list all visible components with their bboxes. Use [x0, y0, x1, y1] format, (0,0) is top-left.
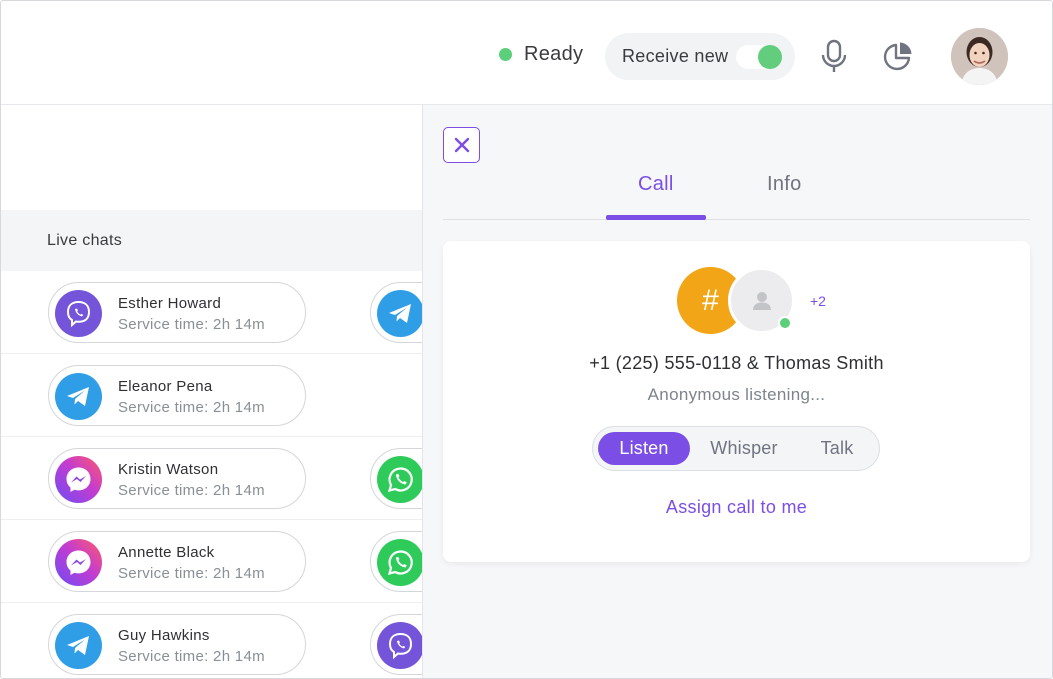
extra-participants-badge[interactable]: +2	[810, 293, 826, 309]
person-icon	[752, 291, 771, 310]
status-dot	[499, 48, 512, 61]
close-button[interactable]	[443, 127, 480, 163]
chat-item-guy-hawkins[interactable]: Guy Hawkins Service time: 2h 14m	[48, 614, 306, 675]
listen-button[interactable]: Listen	[598, 432, 690, 465]
live-chats-title: Live chats	[47, 232, 123, 249]
chat-item-annette-black[interactable]: Annette Black Service time: 2h 14m	[48, 531, 306, 592]
chat-row: Esther Howard Service time: 2h 14m	[1, 271, 422, 354]
telegram-icon	[55, 373, 102, 420]
chat-row: Kristin Watson Service time: 2h 14m	[1, 437, 422, 520]
agent-status[interactable]: Ready	[499, 43, 583, 66]
top-bar: Ready Receive new	[1, 1, 1052, 105]
contact-name: Esther Howard	[118, 295, 222, 312]
whisper-button[interactable]: Whisper	[698, 432, 790, 465]
chat-item-esther-howard[interactable]: Esther Howard Service time: 2h 14m	[48, 282, 306, 343]
caller-info: +1 (225) 555-0118 & Thomas Smith	[589, 353, 884, 373]
chat-row: Eleanor Pena Service time: 2h 14m	[1, 354, 422, 437]
app-window: Ready Receive new Live chats Esther Howa…	[0, 0, 1053, 679]
service-time: Service time: 2h 14m	[118, 565, 265, 582]
active-tab-indicator	[606, 215, 706, 220]
telegram-icon	[377, 290, 422, 337]
pie-chart-icon[interactable]	[883, 41, 913, 71]
tab-call[interactable]: Call	[638, 173, 674, 196]
whatsapp-icon	[377, 539, 422, 586]
live-chats-header: Live chats	[1, 210, 422, 271]
microphone-icon[interactable]	[819, 39, 849, 73]
chat-item-secondary[interactable]	[370, 614, 422, 675]
service-time: Service time: 2h 14m	[118, 482, 265, 499]
avatar[interactable]	[951, 28, 1008, 85]
chat-item-secondary[interactable]	[370, 282, 422, 343]
call-card: # +2 +1 (225) 555-0118 & Thomas Smith An…	[443, 241, 1030, 562]
status-label: Ready	[524, 43, 584, 65]
viber-icon	[377, 622, 422, 669]
assign-call-link[interactable]: Assign call to me	[443, 497, 1030, 518]
online-indicator	[778, 316, 792, 330]
messenger-icon	[55, 456, 102, 503]
toggle-knob	[758, 45, 782, 69]
receive-new-control: Receive new	[605, 33, 795, 80]
contact-name: Guy Hawkins	[118, 627, 210, 644]
close-icon	[454, 137, 469, 153]
chat-row: Guy Hawkins Service time: 2h 14m	[1, 603, 422, 678]
service-time: Service time: 2h 14m	[118, 648, 265, 665]
tab-info[interactable]: Info	[767, 173, 802, 196]
receive-new-toggle[interactable]	[736, 45, 782, 69]
talk-button[interactable]: Talk	[798, 432, 876, 465]
contact-name: Eleanor Pena	[118, 378, 213, 395]
receive-new-label: Receive new	[622, 46, 729, 66]
chat-item-eleanor-pena[interactable]: Eleanor Pena Service time: 2h 14m	[48, 365, 306, 426]
chat-row: Annette Black Service time: 2h 14m	[1, 520, 422, 603]
chat-item-kristin-watson[interactable]: Kristin Watson Service time: 2h 14m	[48, 448, 306, 509]
chat-item-secondary[interactable]	[370, 448, 422, 509]
chat-list-panel: Live chats Esther Howard Service time: 2…	[1, 105, 422, 678]
telegram-icon	[55, 622, 102, 669]
call-mode-selector: Listen Whisper Talk	[592, 426, 880, 471]
contact-name: Annette Black	[118, 544, 215, 561]
chat-item-secondary[interactable]	[370, 531, 422, 592]
service-time: Service time: 2h 14m	[118, 399, 265, 416]
whatsapp-icon	[377, 456, 422, 503]
call-panel: Call Info # +2 +1 (225) 555-0118 & Thoma…	[422, 105, 1052, 678]
viber-icon	[55, 290, 102, 337]
service-time: Service time: 2h 14m	[118, 316, 265, 333]
call-status: Anonymous listening...	[647, 385, 826, 404]
contact-name: Kristin Watson	[118, 461, 219, 478]
messenger-icon	[55, 539, 102, 586]
call-tabs: Call Info	[443, 163, 1030, 220]
